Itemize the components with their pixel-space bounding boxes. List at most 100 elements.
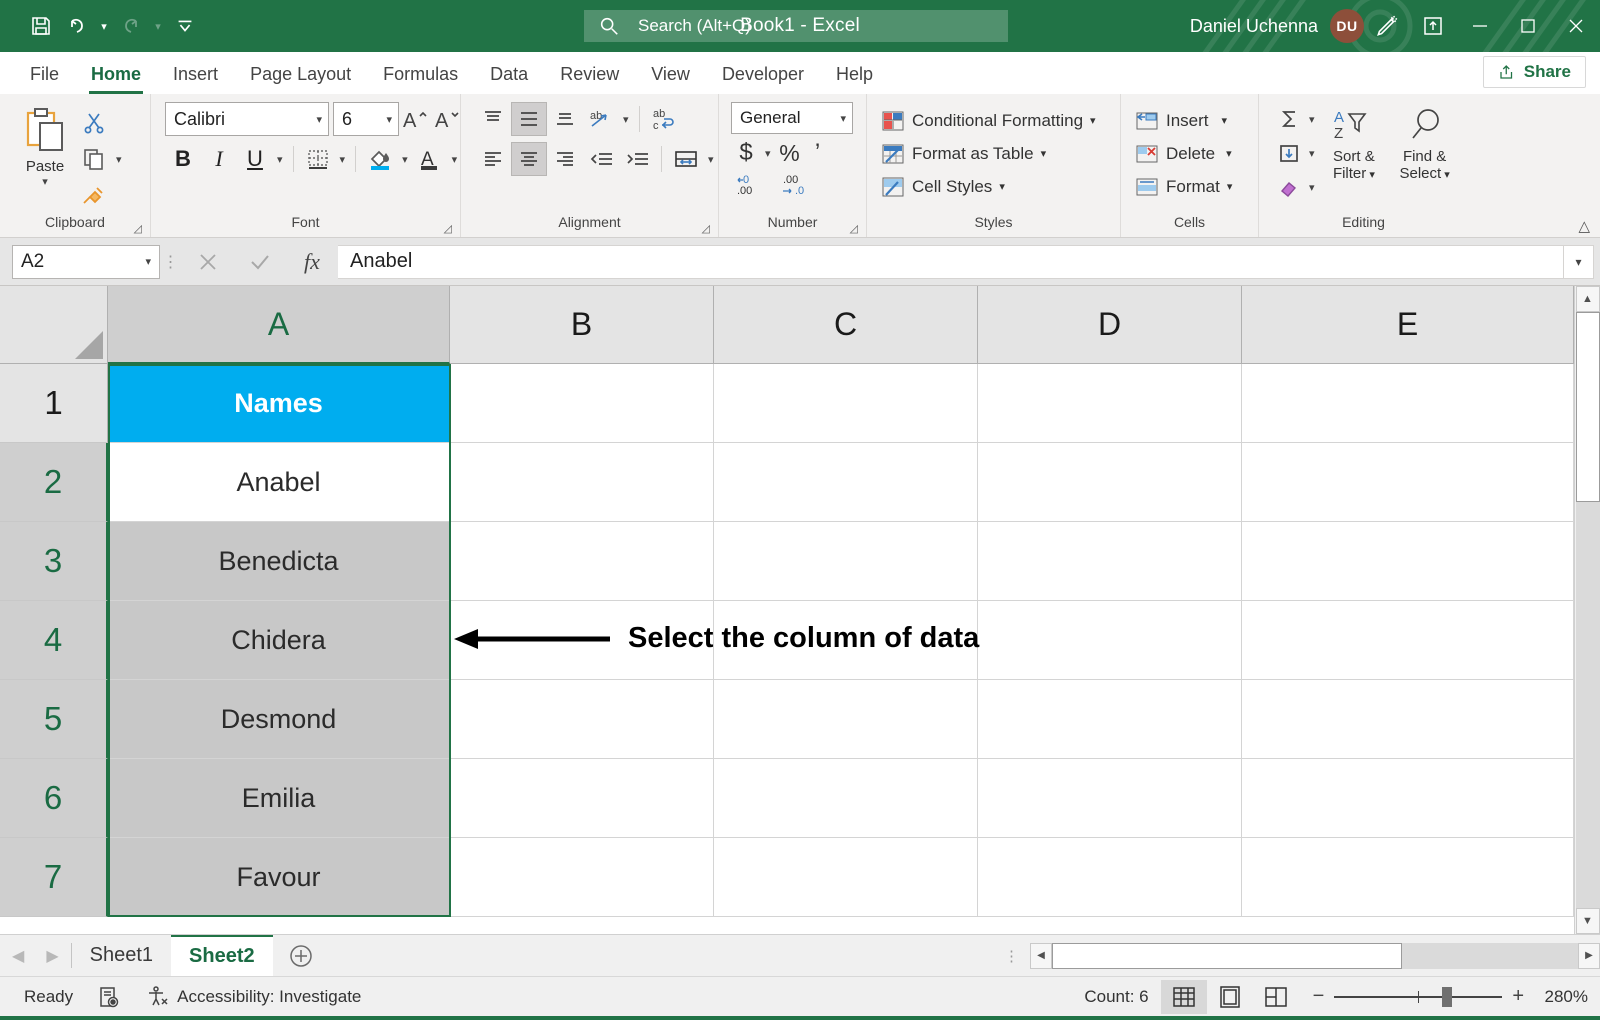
tab-view[interactable]: View (635, 54, 706, 94)
sheet-tab-sheet1[interactable]: Sheet1 (72, 935, 171, 976)
cell-c1[interactable] (714, 364, 978, 443)
sort-filter-button[interactable]: A Z Sort & Filter ▾ (1319, 102, 1390, 184)
clipboard-dialog-launcher-icon[interactable]: ◿ (134, 222, 142, 235)
delete-chevron-down-icon[interactable]: ▾ (1226, 147, 1232, 160)
next-sheet-arrow-icon[interactable]: ▶ (46, 946, 58, 966)
select-all-corner[interactable] (0, 286, 108, 364)
cell-d6[interactable] (978, 759, 1242, 838)
zoom-level[interactable]: 280% (1530, 987, 1588, 1007)
sheet-bar-resize-grip[interactable]: ⋮ (994, 935, 1030, 976)
row-header-4[interactable]: 4 (0, 601, 108, 680)
cell-e7[interactable] (1242, 838, 1574, 917)
currency-button[interactable]: $ (731, 136, 761, 170)
cell-a5[interactable]: Desmond (108, 680, 450, 759)
scroll-right-arrow-icon[interactable]: ▶ (1578, 943, 1600, 969)
cell-b4[interactable] (450, 601, 714, 680)
tab-formulas[interactable]: Formulas (367, 54, 474, 94)
scroll-up-arrow-icon[interactable]: ▲ (1576, 286, 1600, 312)
add-sheet-button[interactable] (273, 935, 329, 976)
horizontal-scroll-track[interactable] (1052, 943, 1578, 969)
clear-button[interactable] (1273, 170, 1305, 204)
cell-b1[interactable] (450, 364, 714, 443)
fill-chevron-down-icon[interactable]: ▾ (1305, 136, 1319, 170)
conditional-formatting-button[interactable]: Conditional Formatting ▾ (881, 104, 1096, 137)
cell-e4[interactable] (1242, 601, 1574, 680)
delete-cells-button[interactable]: Delete ▾ (1135, 137, 1232, 170)
align-right-button[interactable] (547, 142, 583, 176)
expand-formula-bar-chevron-down-icon[interactable]: ▾ (1564, 245, 1594, 279)
cell-d7[interactable] (978, 838, 1242, 917)
italic-button[interactable]: I (201, 142, 237, 176)
wrap-text-button[interactable]: ab c (646, 102, 682, 136)
conditional-formatting-chevron-down-icon[interactable]: ▾ (1090, 114, 1096, 127)
find-select-button[interactable]: Find & Select ▾ (1389, 102, 1460, 184)
tab-developer[interactable]: Developer (706, 54, 820, 94)
cell-d5[interactable] (978, 680, 1242, 759)
cell-d4[interactable] (978, 601, 1242, 680)
bold-button[interactable]: B (165, 142, 201, 176)
scroll-left-arrow-icon[interactable]: ◀ (1030, 943, 1052, 969)
merge-center-button[interactable] (668, 142, 704, 176)
comma-style-button[interactable]: ’ (805, 136, 831, 170)
zoom-track[interactable] (1334, 996, 1502, 998)
cell-a7[interactable]: Favour (108, 838, 450, 917)
cell-e1[interactable] (1242, 364, 1574, 443)
decrease-indent-button[interactable] (583, 142, 619, 176)
underline-button[interactable]: U (237, 142, 273, 176)
cell-b5[interactable] (450, 680, 714, 759)
cell-a3[interactable]: Benedicta (108, 522, 450, 601)
number-dialog-launcher-icon[interactable]: ◿ (850, 222, 858, 235)
copy-button[interactable] (76, 142, 112, 176)
number-format-select[interactable]: General ▾ (731, 102, 853, 134)
name-box-chevron-down-icon[interactable]: ▾ (145, 255, 151, 268)
chevron-down-bar-icon[interactable] (168, 9, 202, 43)
font-size-input[interactable]: 6 ▾ (333, 102, 399, 136)
enter-icon[interactable] (234, 245, 286, 279)
cell-c4[interactable] (714, 601, 978, 680)
number-format-chevron-down-icon[interactable]: ▾ (840, 112, 846, 125)
tab-home[interactable]: Home (75, 54, 157, 94)
cell-e3[interactable] (1242, 522, 1574, 601)
name-box[interactable]: A2 ▾ (12, 245, 160, 279)
format-painter-button[interactable] (76, 178, 112, 212)
cell-a6[interactable]: Emilia (108, 759, 450, 838)
format-as-table-button[interactable]: Format as Table ▾ (881, 137, 1046, 170)
tab-data[interactable]: Data (474, 54, 544, 94)
currency-chevron-down-icon[interactable]: ▾ (761, 136, 775, 170)
paste-button[interactable]: Paste ▾ (14, 102, 76, 188)
decrease-decimal-button[interactable]: .00 .0 (775, 168, 819, 202)
insert-cells-button[interactable]: Insert ▾ (1135, 104, 1227, 137)
horizontal-scrollbar[interactable]: ◀ ▶ (1030, 935, 1600, 976)
borders-button[interactable] (300, 142, 336, 176)
percent-button[interactable]: % (775, 136, 805, 170)
search-input[interactable]: Search (Alt+Q) (584, 10, 1008, 42)
increase-font-size-button[interactable]: A (399, 102, 431, 136)
orientation-chevron-down-icon[interactable]: ▾ (619, 102, 633, 136)
prev-sheet-arrow-icon[interactable]: ◀ (12, 946, 24, 966)
paste-chevron-down-icon[interactable]: ▾ (42, 175, 48, 188)
vertical-scrollbar[interactable]: ▲ ▼ (1574, 286, 1600, 934)
tab-insert[interactable]: Insert (157, 54, 234, 94)
borders-chevron-down-icon[interactable]: ▾ (336, 142, 350, 176)
cell-b7[interactable] (450, 838, 714, 917)
font-name-chevron-down-icon[interactable]: ▾ (316, 113, 322, 126)
cell-d2[interactable] (978, 443, 1242, 522)
vertical-scroll-track[interactable] (1576, 312, 1600, 908)
row-header-7[interactable]: 7 (0, 838, 108, 917)
align-left-button[interactable] (475, 142, 511, 176)
cell-e5[interactable] (1242, 680, 1574, 759)
cell-c7[interactable] (714, 838, 978, 917)
align-top-button[interactable] (475, 102, 511, 136)
cell-c2[interactable] (714, 443, 978, 522)
increase-decimal-button[interactable]: 0 .00 (731, 168, 775, 202)
cell-d3[interactable] (978, 522, 1242, 601)
accessibility-status[interactable]: Accessibility: Investigate (133, 977, 373, 1016)
row-header-6[interactable]: 6 (0, 759, 108, 838)
fill-button[interactable] (1273, 136, 1305, 170)
vertical-scroll-thumb[interactable] (1576, 312, 1600, 502)
font-size-chevron-down-icon[interactable]: ▾ (386, 113, 392, 126)
autosum-chevron-down-icon[interactable]: ▾ (1305, 102, 1319, 136)
cell-b3[interactable] (450, 522, 714, 601)
format-cells-button[interactable]: Format ▾ (1135, 170, 1232, 203)
cell-styles-chevron-down-icon[interactable]: ▾ (999, 180, 1005, 193)
